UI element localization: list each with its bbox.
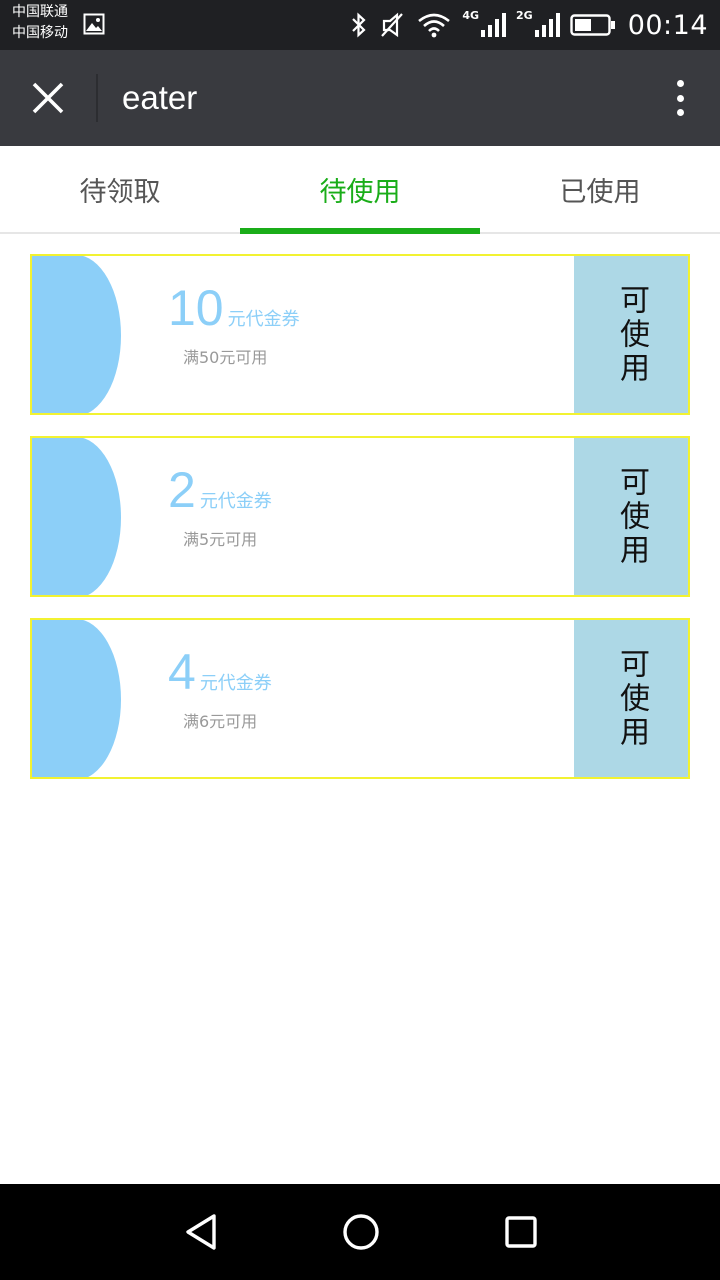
battery-icon [569,13,616,37]
coupon-amount: 2 [168,462,196,518]
coupon-unit: 元代金券 [227,309,300,330]
bluetooth-icon [350,12,368,38]
coupon-status-label: 可使用 [614,647,649,750]
carrier-2: 中国移动 [12,25,68,41]
coupon-condition: 满5元可用 [183,530,258,549]
coupon-condition: 满6元可用 [183,712,258,731]
more-vertical-icon [676,80,684,87]
coupon-card[interactable]: 4 元代金券 满6元可用 可使用 [30,618,690,779]
coupon-side-decoration [32,438,121,595]
status-bar: 中国联通 中国移动 4G 2G 00:14 [0,0,720,50]
coupon-use-button[interactable]: 可使用 [574,438,688,595]
more-button[interactable] [664,74,696,122]
coupon-status-label: 可使用 [614,465,649,568]
coupon-side-decoration [32,620,121,777]
home-icon [343,1214,379,1250]
tab-used[interactable]: 已使用 [480,146,720,232]
tab-pending-use[interactable]: 待使用 [240,146,480,234]
signal-icon [481,13,506,37]
carrier-1: 中国联通 [12,4,68,20]
coupon-card[interactable]: 10 元代金券 满50元可用 可使用 [30,254,690,415]
coupon-info: 4 元代金券 满6元可用 [168,642,272,732]
coupon-side-decoration [32,256,121,413]
coupon-unit: 元代金券 [199,673,272,694]
navigation-bar [0,1184,720,1280]
wifi-icon [416,11,452,39]
network-type-1: 4G [462,8,479,22]
coupon-amount: 10 [168,280,224,336]
gallery-icon [83,13,105,35]
coupon-info: 10 元代金券 满50元可用 [168,278,300,368]
network-type-2: 2G [516,8,533,22]
back-button[interactable] [161,1202,241,1262]
mute-icon [378,11,406,39]
signal-4g: 4G [462,8,506,38]
home-button[interactable] [321,1202,401,1262]
signal-icon [534,13,560,37]
carrier-info: 中国联通 中国移动 [12,2,68,44]
coupon-use-button[interactable]: 可使用 [574,620,688,777]
coupon-status-label: 可使用 [614,283,649,386]
close-icon [32,82,64,114]
coupon-list: 10 元代金券 满50元可用 可使用 2 元代金券 满5元可用 可使用 4 元代… [30,254,690,800]
page-title: eater [122,79,198,116]
title-divider [96,74,98,122]
back-icon [186,1214,216,1250]
tab-pending-claim[interactable]: 待领取 [0,146,240,232]
recents-button[interactable] [481,1202,561,1262]
signal-2g: 2G [516,8,560,38]
coupon-unit: 元代金券 [199,491,272,512]
tab-bar: 待领取 待使用 已使用 [0,146,720,234]
coupon-card[interactable]: 2 元代金券 满5元可用 可使用 [30,436,690,597]
status-icons: 4G 2G 00:14 [340,0,708,50]
recents-icon [505,1216,537,1248]
coupon-condition: 满50元可用 [183,348,268,367]
title-bar: eater [0,50,720,146]
coupon-info: 2 元代金券 满5元可用 [168,460,272,550]
clock: 00:14 [627,9,708,41]
coupon-amount: 4 [168,644,196,700]
coupon-use-button[interactable]: 可使用 [574,256,688,413]
close-button[interactable] [16,66,80,130]
